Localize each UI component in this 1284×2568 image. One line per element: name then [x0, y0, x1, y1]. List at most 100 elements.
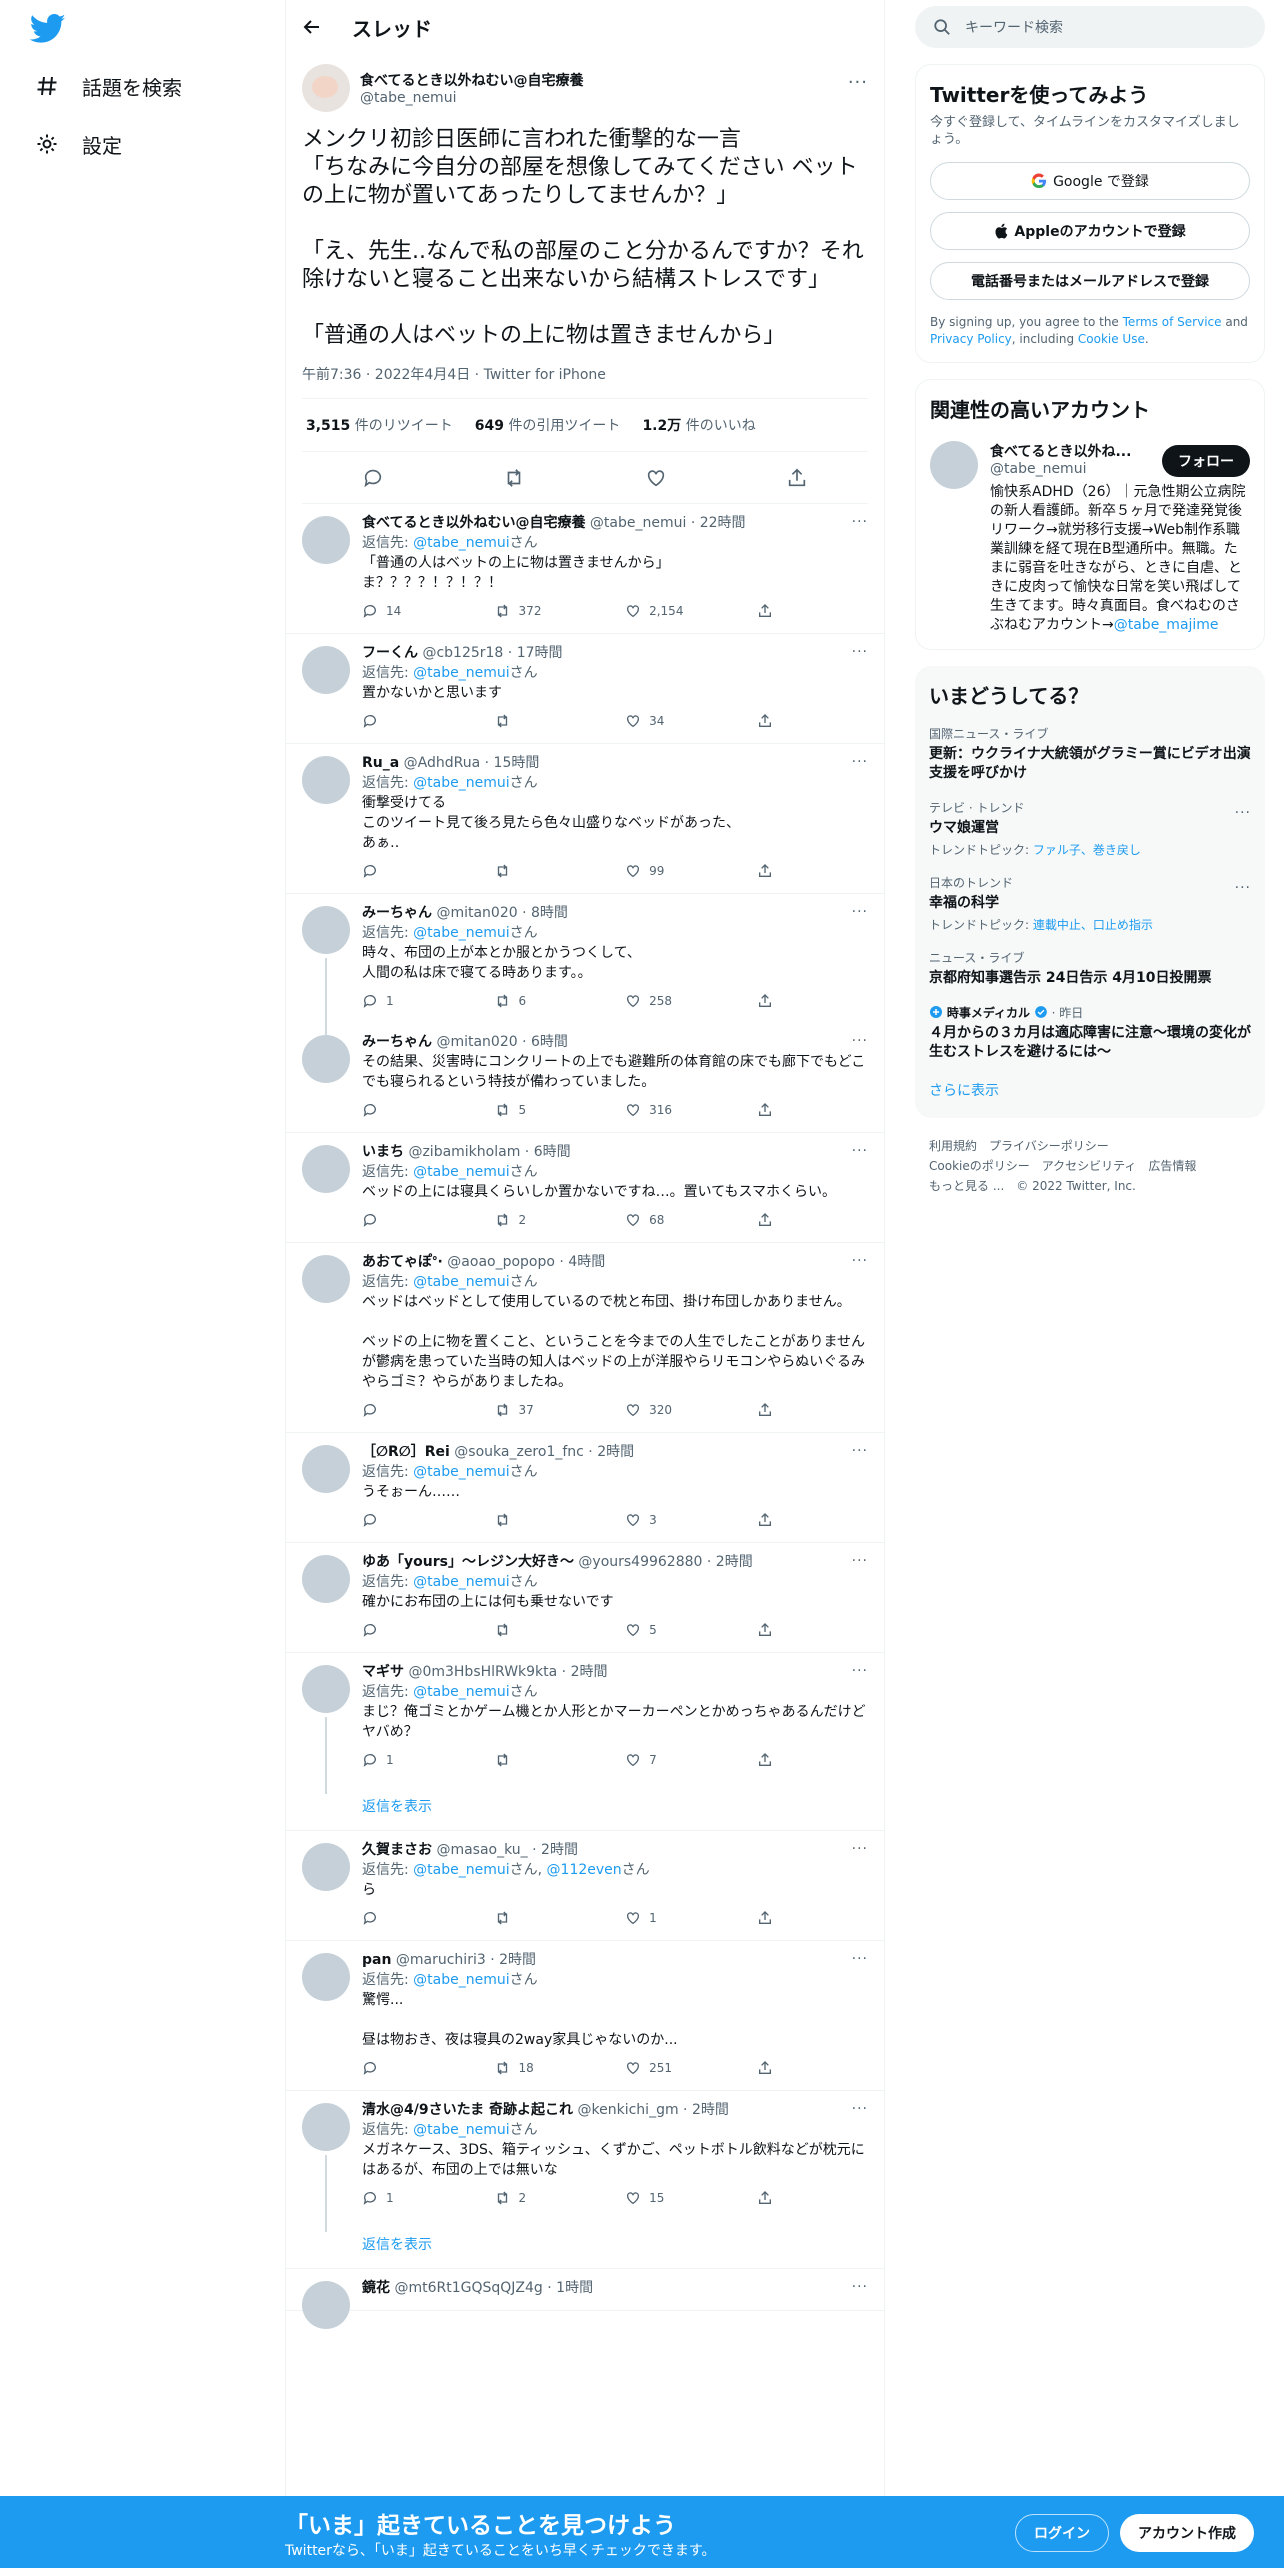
reply-tweet[interactable]: ··· ［∅R∅］Rei @souka_zero1_fnc · 2時間 返信先: @… — [286, 1433, 884, 1543]
nav-explore[interactable]: 話題を検索 — [34, 66, 182, 106]
retweet-action[interactable]: 18 — [494, 2060, 626, 2076]
reply-icon[interactable] — [362, 1102, 378, 1118]
reply-icon[interactable] — [362, 1212, 378, 1228]
reply-action[interactable]: 1 — [362, 993, 494, 1009]
avatar[interactable] — [302, 516, 350, 564]
reply-author-name[interactable]: マギサ — [362, 1664, 404, 1680]
reply-tweet[interactable]: ··· いまち @zibamikholam · 6時間 返信先: @tabe_nem… — [286, 1133, 884, 1243]
like-icon[interactable] — [625, 1402, 641, 1418]
tweet-meta[interactable]: 午前7:36 · 2022年4月4日 · Twitter for iPhone — [302, 364, 868, 399]
reply-author-handle[interactable]: @zibamikholam — [408, 1144, 520, 1160]
footer-accessibility[interactable]: アクセシビリティ — [1042, 1159, 1137, 1173]
reply-to-link[interactable]: @tabe_nemui — [413, 1274, 509, 1290]
reply-time[interactable]: 17時間 — [517, 645, 563, 661]
reply-to-link[interactable]: @tabe_nemui — [413, 1972, 509, 1988]
like-icon[interactable] — [625, 1212, 641, 1228]
reply-icon[interactable] — [362, 863, 378, 879]
more-options-icon[interactable]: ··· — [1235, 880, 1251, 896]
author-name[interactable]: 食べてるとき以外ねむい@自宅療養 — [360, 70, 583, 90]
reply-tweet[interactable]: ··· 鏡花 @mt6Rt1GQSqQJZ4g · 1時間 — [286, 2269, 884, 2329]
reply-icon[interactable] — [362, 1402, 378, 1418]
reply-to-link[interactable]: @tabe_nemui — [413, 925, 509, 941]
reply-author-handle[interactable]: @AdhdRua — [404, 755, 481, 771]
reply-author-name[interactable]: 鏡花 — [362, 2280, 390, 2296]
more-options-icon[interactable]: ··· — [852, 1143, 868, 1159]
reply-author-name[interactable]: いまち — [362, 1144, 404, 1160]
avatar[interactable] — [302, 1255, 350, 1303]
reply-icon[interactable] — [362, 713, 378, 729]
reply-time[interactable]: 8時間 — [531, 905, 568, 921]
more-options-icon[interactable]: ··· — [852, 2101, 868, 2117]
signup-button[interactable]: アカウント作成 — [1120, 2514, 1254, 2552]
reply-time[interactable]: 2時間 — [692, 2102, 729, 2118]
retweet-action[interactable]: 37 — [494, 1402, 626, 1418]
related-account[interactable]: 食べてるとき以外ね... @tabe_nemui 愉快系ADHD（26）｜元急性… — [930, 441, 1250, 635]
reply-icon[interactable] — [362, 2190, 378, 2206]
retweet-action[interactable] — [494, 863, 626, 879]
like-icon[interactable] — [625, 1102, 641, 1118]
trend-item[interactable]: 時事メディカル · 昨日 ４月からの３カ月は適応障害に注意～環境の変化が生むストレ… — [929, 1004, 1251, 1062]
like-action[interactable]: 2,154 — [625, 603, 757, 619]
like-icon[interactable] — [645, 467, 667, 489]
retweet-action[interactable] — [494, 1910, 626, 1926]
avatar[interactable] — [302, 1555, 350, 1603]
trend-topic-link[interactable]: 連載中止、口止め指示 — [1033, 918, 1153, 932]
share-icon[interactable] — [786, 467, 808, 489]
retweet-icon[interactable] — [494, 603, 511, 619]
quote-count-link[interactable]: 649 件の引用ツイート — [475, 415, 621, 435]
retweet-action[interactable] — [494, 1752, 626, 1768]
like-icon[interactable] — [625, 993, 641, 1009]
reply-to-link[interactable]: @tabe_nemui — [413, 1684, 509, 1700]
more-options-icon[interactable]: ··· — [852, 1033, 868, 1049]
like-icon[interactable] — [625, 1910, 641, 1926]
like-icon[interactable] — [625, 2060, 641, 2076]
retweet-icon[interactable] — [494, 1512, 511, 1528]
reply-action[interactable]: 14 — [362, 603, 494, 619]
share-icon[interactable] — [757, 1402, 773, 1418]
footer-cookie[interactable]: Cookieのポリシー — [929, 1159, 1030, 1173]
reply-tweet[interactable]: ··· 清水@4/9さいたま 奇跡よ起これ @kenkichi_gm · 2時間返… — [286, 2091, 884, 2232]
reply-tweet[interactable]: ··· ゆあ「yours」～レジン大好き～ @yours49962880 · 2時… — [286, 1543, 884, 1653]
google-signup-button[interactable]: Google で登録 — [930, 162, 1250, 200]
like-icon[interactable] — [625, 1622, 641, 1638]
reply-action[interactable]: 1 — [362, 2190, 494, 2206]
like-icon[interactable] — [625, 1512, 641, 1528]
avatar[interactable] — [302, 1445, 350, 1493]
more-options-icon[interactable]: ··· — [852, 1951, 868, 1967]
reply-tweet[interactable]: ··· pan @maruchiri3 · 2時間 返信先: @tabe_nemui… — [286, 1941, 884, 2091]
footer-terms[interactable]: 利用規約 — [929, 1139, 977, 1153]
retweet-icon[interactable] — [494, 1212, 511, 1228]
retweet-icon[interactable] — [494, 1622, 511, 1638]
like-action[interactable]: 258 — [625, 993, 757, 1009]
like-action[interactable]: 5 — [625, 1622, 757, 1638]
reply-author-name[interactable]: 清水@4/9さいたま 奇跡よ起これ — [362, 2102, 573, 2118]
reply-to-link[interactable]: @tabe_nemui — [413, 1862, 509, 1878]
like-action[interactable]: 68 — [625, 1212, 757, 1228]
reply-to-link[interactable]: @tabe_nemui — [413, 1164, 509, 1180]
share-icon[interactable] — [757, 2190, 773, 2206]
avatar[interactable] — [302, 2103, 350, 2151]
reply-time[interactable]: 2時間 — [541, 1842, 578, 1858]
reply-tweet[interactable]: ··· 食べてるとき以外ねむい@自宅療養 @tabe_nemui · 22時間 返信… — [286, 504, 884, 634]
avatar[interactable] — [302, 906, 350, 954]
reply-author-name[interactable]: みーちゃん — [362, 1034, 432, 1050]
more-options-icon[interactable]: ··· — [852, 2279, 868, 2295]
reply-author-name[interactable]: 食べてるとき以外ねむい@自宅療養 — [362, 515, 585, 531]
trend-source-name[interactable]: 時事メディカル — [947, 1006, 1030, 1020]
more-options-icon[interactable]: ··· — [852, 1443, 868, 1459]
like-action[interactable]: 34 — [625, 713, 757, 729]
reply-tweet[interactable]: ··· みーちゃん @mitan020 · 6時間 その結果、災害時にコンクリートの… — [286, 1023, 884, 1133]
reply-author-name[interactable]: Ru_a — [362, 755, 399, 771]
reply-author-handle[interactable]: @mitan020 — [436, 1034, 517, 1050]
reply-action[interactable] — [362, 1910, 494, 1926]
trend-item[interactable]: 国際ニュース・ライブ 更新：ウクライナ大統領がグラミー賞にビデオ出演 支援を呼びか… — [929, 725, 1251, 783]
reply-time[interactable]: 2時間 — [499, 1952, 536, 1968]
reply-time[interactable]: 4時間 — [568, 1254, 605, 1270]
avatar[interactable] — [302, 64, 350, 112]
retweet-icon[interactable] — [494, 1910, 511, 1926]
like-icon[interactable] — [625, 2190, 641, 2206]
avatar[interactable] — [302, 1035, 350, 1083]
like-action[interactable]: 1 — [625, 1910, 757, 1926]
reply-author-name[interactable]: ［∅R∅］Rei — [362, 1444, 450, 1460]
retweet-action[interactable] — [494, 1622, 626, 1638]
